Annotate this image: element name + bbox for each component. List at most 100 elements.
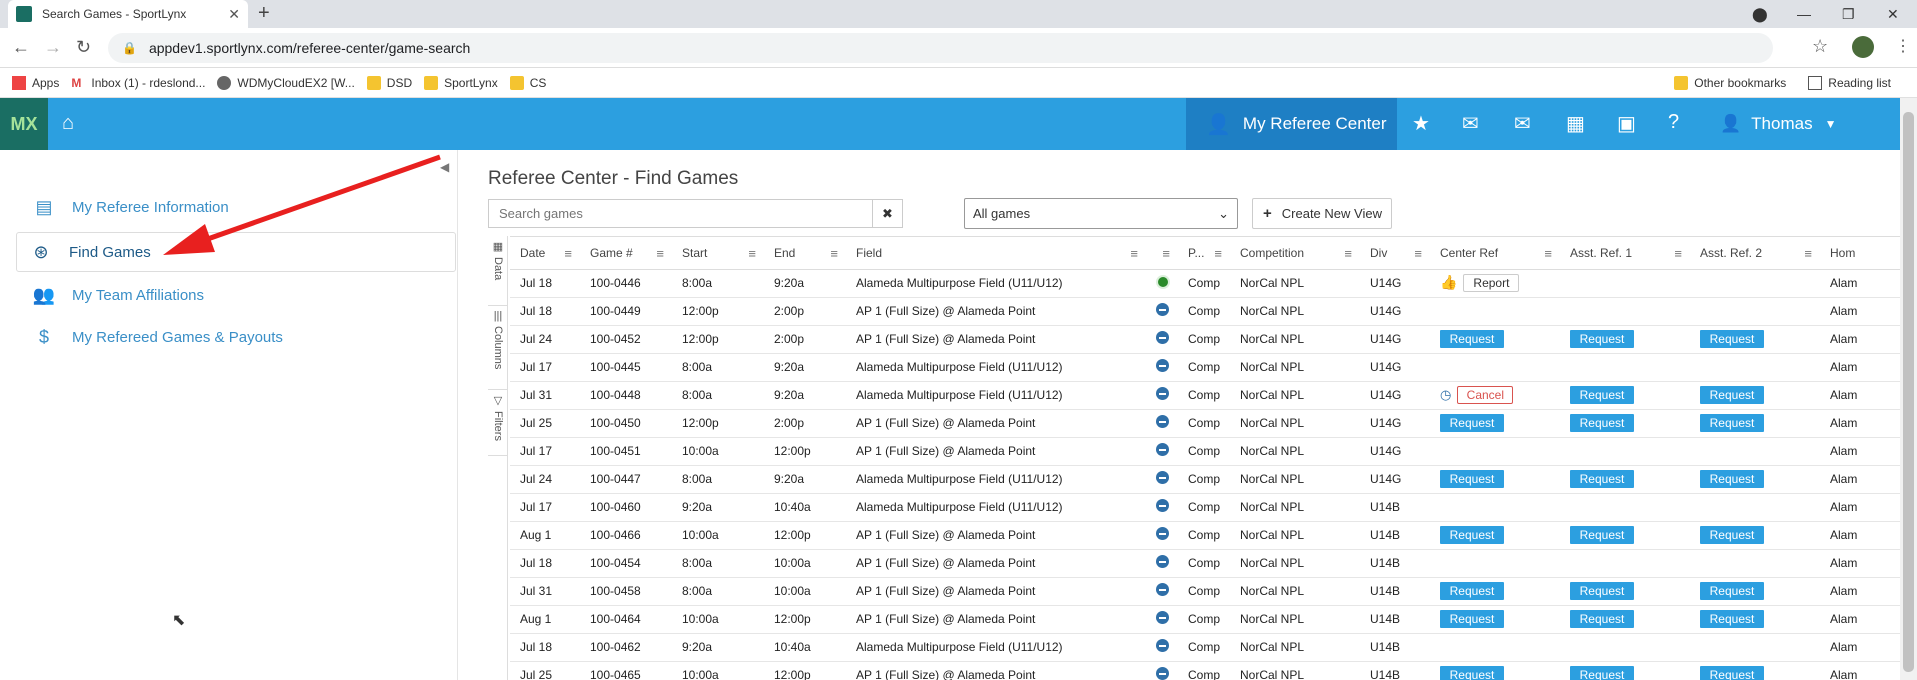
request-button[interactable]: Request <box>1700 526 1764 544</box>
table-row[interactable]: Jul 17 100-0451 10:00a 12:00p AP 1 (Full Siz… <box>510 437 1900 466</box>
request-button[interactable]: Request <box>1700 610 1764 628</box>
table-row[interactable]: Jul 18 100-0446 8:00a 9:20a Alameda Multipur… <box>510 269 1900 298</box>
close-tab-icon[interactable]: ✕ <box>228 6 240 23</box>
request-button[interactable]: Request <box>1570 470 1634 488</box>
user-menu[interactable]: 👤 Thomas ▼ <box>1720 98 1836 150</box>
clear-search-icon[interactable]: ✖ <box>872 200 902 227</box>
forward-icon[interactable]: → <box>44 37 62 58</box>
request-button[interactable]: Request <box>1440 414 1504 432</box>
column-header-end[interactable]: End ≡ <box>764 237 846 270</box>
profile-menu-icon[interactable]: ⬤ <box>1752 0 1768 28</box>
bookmark-sportlynx[interactable]: SportLynx <box>424 75 498 90</box>
tab-columns[interactable]: ||| Columns <box>488 306 508 390</box>
page-scrollbar[interactable] <box>1900 98 1917 680</box>
column-menu-icon[interactable]: ≡ <box>1804 246 1812 261</box>
restore-icon[interactable]: ❐ <box>1842 0 1855 28</box>
request-button[interactable]: Request <box>1700 666 1764 680</box>
request-button[interactable]: Request <box>1700 470 1764 488</box>
home-icon[interactable]: ⌂ <box>62 112 74 135</box>
table-row[interactable]: Jul 31 100-0458 8:00a 10:00a AP 1 (Full Size… <box>510 577 1900 606</box>
table-row[interactable]: Jul 31 100-0448 8:00a 9:20a Alameda Multipur… <box>510 381 1900 410</box>
sidebar-item-team-affiliations[interactable]: 👥 My Team Affiliations <box>32 285 204 306</box>
tab-data[interactable]: ▦ Data <box>488 236 508 306</box>
column-header-date[interactable]: Date ≡ <box>510 237 580 270</box>
avatar[interactable] <box>1852 36 1874 58</box>
compose-mail-icon[interactable]: ✉ <box>1462 111 1479 136</box>
more-menu-icon[interactable]: ⋮ <box>1895 36 1911 56</box>
table-row[interactable]: Aug 1 100-0466 10:00a 12:00p AP 1 (Full Size… <box>510 521 1900 550</box>
calendar-icon[interactable]: ▦ <box>1566 111 1585 136</box>
report-button[interactable]: Report <box>1463 274 1520 292</box>
request-button[interactable]: Request <box>1570 330 1634 348</box>
sidebar-item-refereed-games-payouts[interactable]: $ My Refereed Games & Payouts <box>32 327 283 348</box>
table-row[interactable]: Jul 24 100-0452 12:00p 2:00p AP 1 (Full Size… <box>510 325 1900 354</box>
bookmark-wdmycloud[interactable]: WDMyCloudEX2 [W... <box>217 75 355 90</box>
column-header-status[interactable]: ≡ <box>1146 237 1178 270</box>
bookmark-other[interactable]: Other bookmarks <box>1674 75 1786 90</box>
table-row[interactable]: Jul 17 100-0460 9:20a 10:40a Alameda Multipu… <box>510 493 1900 522</box>
scrollbar-thumb[interactable] <box>1903 112 1914 672</box>
table-row[interactable]: Jul 17 100-0445 8:00a 9:20a Alameda Multipur… <box>510 353 1900 382</box>
bookmark-dsd[interactable]: DSD <box>366 75 412 90</box>
column-menu-icon[interactable]: ≡ <box>1414 246 1422 261</box>
back-icon[interactable]: ← <box>12 37 30 58</box>
reload-icon[interactable]: ↻ <box>76 37 91 58</box>
request-button[interactable]: Request <box>1570 666 1634 680</box>
table-row[interactable]: Jul 25 100-0465 10:00a 12:00p AP 1 (Full Siz… <box>510 661 1900 680</box>
request-button[interactable]: Request <box>1440 330 1504 348</box>
column-menu-icon[interactable]: ≡ <box>1214 246 1222 261</box>
column-header-field[interactable]: Field ≡ <box>846 237 1146 270</box>
column-header-p[interactable]: P... ≡ <box>1178 237 1230 270</box>
request-button[interactable]: Request <box>1440 610 1504 628</box>
table-row[interactable]: Jul 25 100-0450 12:00p 2:00p AP 1 (Full Size… <box>510 409 1900 438</box>
request-button[interactable]: Request <box>1700 582 1764 600</box>
column-menu-icon[interactable]: ≡ <box>1162 246 1170 261</box>
column-header-div[interactable]: Div ≡ <box>1360 237 1430 270</box>
mail-icon[interactable]: ✉ <box>1514 111 1531 136</box>
sportlynx-logo[interactable]: MX <box>0 98 48 150</box>
bookmark-cs[interactable]: CS <box>509 75 546 90</box>
column-menu-icon[interactable]: ≡ <box>656 246 664 261</box>
column-menu-icon[interactable]: ≡ <box>1344 246 1352 261</box>
bookmark-apps[interactable]: Apps <box>12 75 59 90</box>
referee-center-button[interactable]: 👤 My Referee Center <box>1186 98 1397 150</box>
column-menu-icon[interactable]: ≡ <box>830 246 838 261</box>
request-button[interactable]: Request <box>1570 526 1634 544</box>
table-row[interactable]: Jul 24 100-0447 8:00a 9:20a Alameda Multipur… <box>510 465 1900 494</box>
cancel-button[interactable]: Cancel <box>1457 386 1514 404</box>
request-button[interactable]: Request <box>1700 386 1764 404</box>
column-header-game-number[interactable]: Game # ≡ <box>580 237 672 270</box>
request-button[interactable]: Request <box>1440 526 1504 544</box>
create-new-view-button[interactable]: + Create New View <box>1252 198 1392 229</box>
column-menu-icon[interactable]: ≡ <box>1544 246 1552 261</box>
column-header-home[interactable]: Hom <box>1820 237 1900 270</box>
table-row[interactable]: Aug 1 100-0464 10:00a 12:00p AP 1 (Full Size… <box>510 605 1900 634</box>
column-header-center-ref[interactable]: Center Ref ≡ <box>1430 237 1560 270</box>
reading-list[interactable]: Reading list <box>1808 75 1891 90</box>
request-button[interactable]: Request <box>1570 414 1634 432</box>
request-button[interactable]: Request <box>1440 582 1504 600</box>
column-menu-icon[interactable]: ≡ <box>1674 246 1682 261</box>
column-header-start[interactable]: Start ≡ <box>672 237 764 270</box>
column-menu-icon[interactable]: ≡ <box>748 246 756 261</box>
request-button[interactable]: Request <box>1440 666 1504 680</box>
request-button[interactable]: Request <box>1700 330 1764 348</box>
request-button[interactable]: Request <box>1570 386 1634 404</box>
table-row[interactable]: Jul 18 100-0454 8:00a 10:00a AP 1 (Full Size… <box>510 549 1900 578</box>
help-icon[interactable]: ? <box>1668 111 1679 134</box>
table-row[interactable]: Jul 18 100-0462 9:20a 10:40a Alameda Multipu… <box>510 633 1900 662</box>
bookmark-star-icon[interactable]: ☆ <box>1812 36 1828 57</box>
column-menu-icon[interactable]: ≡ <box>564 246 572 261</box>
archive-icon[interactable]: ▣ <box>1617 111 1636 136</box>
search-input[interactable] <box>489 200 872 227</box>
column-menu-icon[interactable]: ≡ <box>1130 246 1138 261</box>
column-header-asst-ref-1[interactable]: Asst. Ref. 1 ≡ <box>1560 237 1690 270</box>
url-field[interactable]: 🔒 appdev1.sportlynx.com/referee-center/g… <box>108 33 1773 63</box>
request-button[interactable]: Request <box>1440 470 1504 488</box>
minimize-icon[interactable]: — <box>1797 0 1811 28</box>
column-header-competition[interactable]: Competition ≡ <box>1230 237 1360 270</box>
table-row[interactable]: Jul 18 100-0449 12:00p 2:00p AP 1 (Full Size… <box>510 297 1900 326</box>
column-header-asst-ref-2[interactable]: Asst. Ref. 2 ≡ <box>1690 237 1820 270</box>
new-tab-icon[interactable]: + <box>258 2 270 25</box>
view-select[interactable]: All games ⌄ <box>964 198 1238 229</box>
